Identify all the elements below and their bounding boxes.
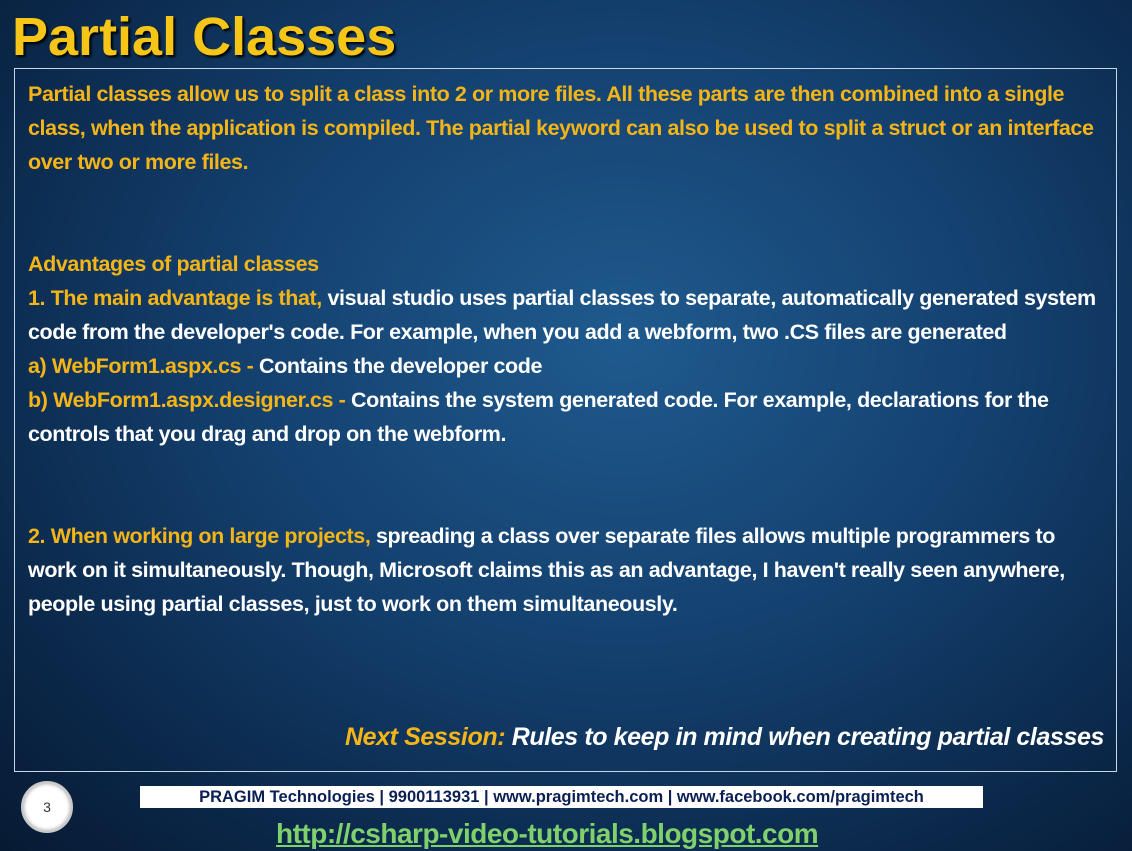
- advantage-1: 1. The main advantage is that, visual st…: [28, 281, 1106, 349]
- blog-link[interactable]: http://csharp-video-tutorials.blogspot.c…: [276, 818, 819, 850]
- content-box: Partial classes allow us to split a clas…: [14, 68, 1117, 772]
- company-footer: PRAGIM Technologies | 9900113931 | www.p…: [140, 786, 983, 808]
- advantages-heading: Advantages of partial classes: [28, 252, 319, 276]
- advantages-section: Advantages of partial classes 1. The mai…: [28, 247, 1106, 451]
- advantage-1-b: b) WebForm1.aspx.designer.cs - Contains …: [28, 383, 1106, 451]
- next-session-text: Rules to keep in mind when creating part…: [511, 723, 1105, 751]
- advantage-1-a-lead: a) WebForm1.aspx.cs -: [28, 354, 254, 378]
- advantage-2: 2. When working on large projects, sprea…: [28, 519, 1106, 621]
- advantage-2-lead: 2. When working on large projects,: [28, 524, 371, 548]
- slide-number-badge: 3: [21, 781, 73, 833]
- next-session: Next Session: Rules to keep in mind when…: [345, 723, 1104, 752]
- slide-title: Partial Classes: [12, 7, 397, 67]
- advantage-1-a-text: Contains the developer code: [258, 354, 543, 378]
- advantage-1-lead: 1. The main advantage is that,: [28, 286, 322, 310]
- next-session-label: Next Session:: [345, 723, 506, 751]
- advantage-1-b-lead: b) WebForm1.aspx.designer.cs -: [28, 388, 346, 412]
- advantage-1-a: a) WebForm1.aspx.cs - Contains the devel…: [28, 349, 1106, 383]
- intro-paragraph: Partial classes allow us to split a clas…: [28, 82, 1094, 174]
